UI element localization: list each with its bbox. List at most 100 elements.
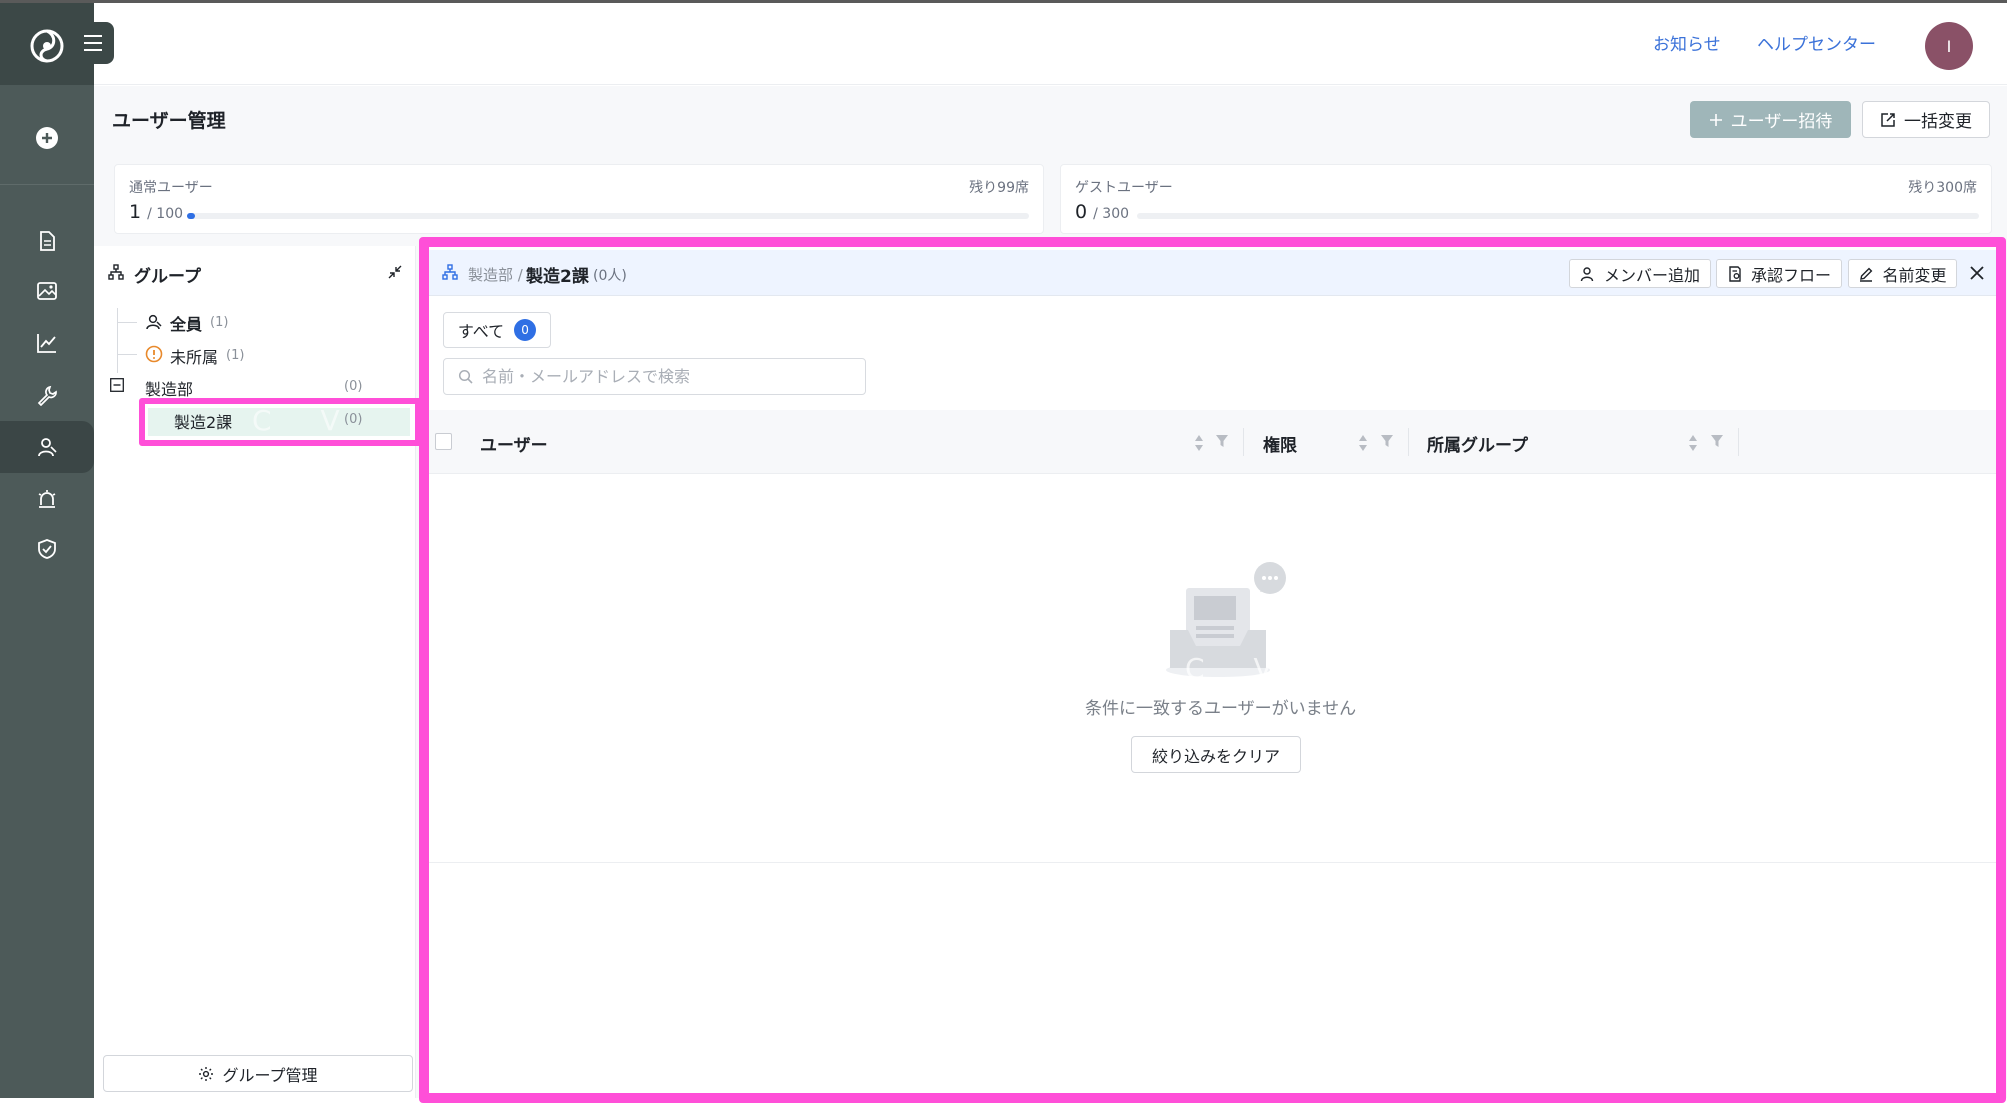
normal-seat-progress	[187, 213, 1029, 219]
sidebar-item-security[interactable]	[0, 523, 94, 575]
select-all-checkbox[interactable]	[435, 433, 452, 450]
sort-icon[interactable]	[1357, 433, 1369, 453]
approval-doc-icon	[1729, 265, 1741, 282]
watermark: C V	[252, 404, 360, 437]
sidebar	[0, 3, 94, 1098]
sidebar-item-documents[interactable]	[0, 215, 94, 267]
app-logo-icon	[30, 29, 64, 63]
invite-user-label: ユーザー招待	[1730, 112, 1833, 132]
notifications-link[interactable]: お知らせ	[1653, 30, 1721, 55]
close-icon[interactable]	[1969, 265, 1985, 281]
sidebar-item-users[interactable]	[0, 421, 94, 473]
group-manage-button[interactable]: グループ管理	[103, 1055, 413, 1092]
tree-guide-line	[117, 322, 137, 323]
breadcrumb-parent[interactable]: 製造部 /	[468, 264, 523, 285]
approval-flow-button[interactable]: 承認フロー	[1716, 259, 1842, 288]
add-member-label: メンバー追加	[1603, 265, 1700, 285]
tree-item-unassigned[interactable]: 未所属	[170, 344, 218, 368]
org-tree-icon	[108, 264, 124, 280]
column-divider	[1738, 428, 1739, 456]
tree-item-manufacturing[interactable]: 製造部	[145, 376, 193, 400]
users-icon	[38, 438, 57, 457]
members-table-header	[429, 410, 1996, 474]
rename-button[interactable]: 名前変更	[1848, 259, 1957, 288]
hamburger-icon	[84, 35, 102, 51]
user-add-icon	[1580, 266, 1594, 281]
plus-circle-icon	[36, 127, 58, 149]
sidebar-item-create[interactable]	[0, 112, 94, 164]
guest-seat-progress	[1137, 213, 1979, 219]
sort-icon[interactable]	[1687, 433, 1699, 453]
normal-seat-card: 通常ユーザー 残り99席 1 / 100	[114, 164, 1044, 234]
tree-item-all[interactable]: 全員	[170, 311, 202, 335]
filter-icon[interactable]	[1710, 433, 1724, 449]
sidebar-item-alerts[interactable]	[0, 473, 94, 525]
tree-guide-line	[117, 308, 118, 373]
column-role[interactable]: 権限	[1263, 431, 1297, 456]
collapse-icon[interactable]	[387, 264, 403, 280]
menu-toggle-button[interactable]	[72, 22, 114, 64]
column-divider	[1243, 428, 1244, 456]
sort-icon[interactable]	[1193, 433, 1205, 453]
shield-check-icon	[38, 539, 56, 559]
filter-icon[interactable]	[1380, 433, 1394, 449]
tree-guide-line	[117, 354, 137, 355]
normal-seat-total: / 100	[147, 206, 184, 222]
group-manage-label: グループ管理	[222, 1065, 318, 1085]
guest-seat-count: 0 / 300	[1075, 201, 1129, 223]
edit-external-icon	[1881, 112, 1895, 127]
search-icon	[458, 369, 473, 384]
users-icon	[146, 314, 162, 330]
bulk-edit-button[interactable]: 一括変更	[1862, 101, 1990, 138]
group-panel	[94, 246, 416, 1098]
document-icon	[40, 231, 55, 251]
warning-circle-icon	[145, 345, 163, 363]
collapse-square-icon[interactable]	[110, 378, 124, 392]
tree-item-unassigned-count: (1)	[226, 348, 245, 363]
page-title: ユーザー管理	[112, 110, 226, 132]
sidebar-divider	[0, 184, 94, 185]
watermark: C V	[1185, 652, 1293, 685]
breadcrumb-current: 製造2課	[526, 267, 589, 287]
image-icon	[37, 282, 57, 300]
tree-item-all-count: (1)	[210, 315, 229, 330]
help-center-link[interactable]: ヘルプセンター	[1757, 30, 1876, 55]
guest-seat-remaining: 残り300席	[1908, 180, 1977, 196]
normal-seat-progress-fill	[187, 213, 196, 219]
highlight-connector	[415, 398, 423, 446]
column-group[interactable]: 所属グループ	[1427, 431, 1528, 456]
alarm-icon	[38, 490, 56, 508]
guest-seat-label: ゲストユーザー	[1075, 180, 1173, 196]
normal-seat-remaining: 残り99席	[969, 180, 1029, 196]
rename-label: 名前変更	[1882, 265, 1947, 285]
normal-seat-label: 通常ユーザー	[129, 180, 213, 196]
tab-all-label: すべて	[457, 322, 505, 341]
tree-item-manufacturing-count: (0)	[344, 379, 363, 394]
member-count: (0人)	[593, 268, 627, 284]
invite-user-button[interactable]: ユーザー招待	[1690, 101, 1851, 138]
tree-item-manufacturing-2[interactable]: 製造2課	[174, 409, 232, 433]
bulk-edit-label: 一括変更	[1904, 112, 1972, 132]
normal-seat-count: 1 / 100	[129, 201, 183, 223]
avatar[interactable]: I	[1925, 22, 1973, 70]
filter-icon[interactable]	[1215, 433, 1229, 449]
sidebar-item-tools[interactable]	[0, 369, 94, 421]
clear-filter-button[interactable]: 絞り込みをクリア	[1131, 736, 1301, 773]
tab-all-count-badge: 0	[514, 319, 537, 341]
member-search[interactable]	[443, 358, 866, 395]
tab-all[interactable]: すべて 0	[443, 312, 551, 348]
search-input[interactable]	[482, 367, 862, 386]
pencil-icon	[1860, 267, 1873, 282]
org-tree-icon	[442, 264, 458, 280]
column-divider	[1408, 428, 1409, 456]
group-panel-title: グループ	[134, 267, 201, 287]
guest-seat-used: 0	[1075, 201, 1088, 223]
approval-flow-label: 承認フロー	[1750, 265, 1831, 285]
column-user[interactable]: ユーザー	[480, 431, 548, 456]
normal-seat-used: 1	[129, 201, 142, 223]
sidebar-item-images[interactable]	[0, 265, 94, 317]
add-member-button[interactable]: メンバー追加	[1569, 259, 1711, 288]
sidebar-item-analytics[interactable]	[0, 317, 94, 369]
guest-seat-total: / 300	[1093, 206, 1130, 222]
empty-state-message: 条件に一致するユーザーがいません	[1085, 699, 1357, 719]
